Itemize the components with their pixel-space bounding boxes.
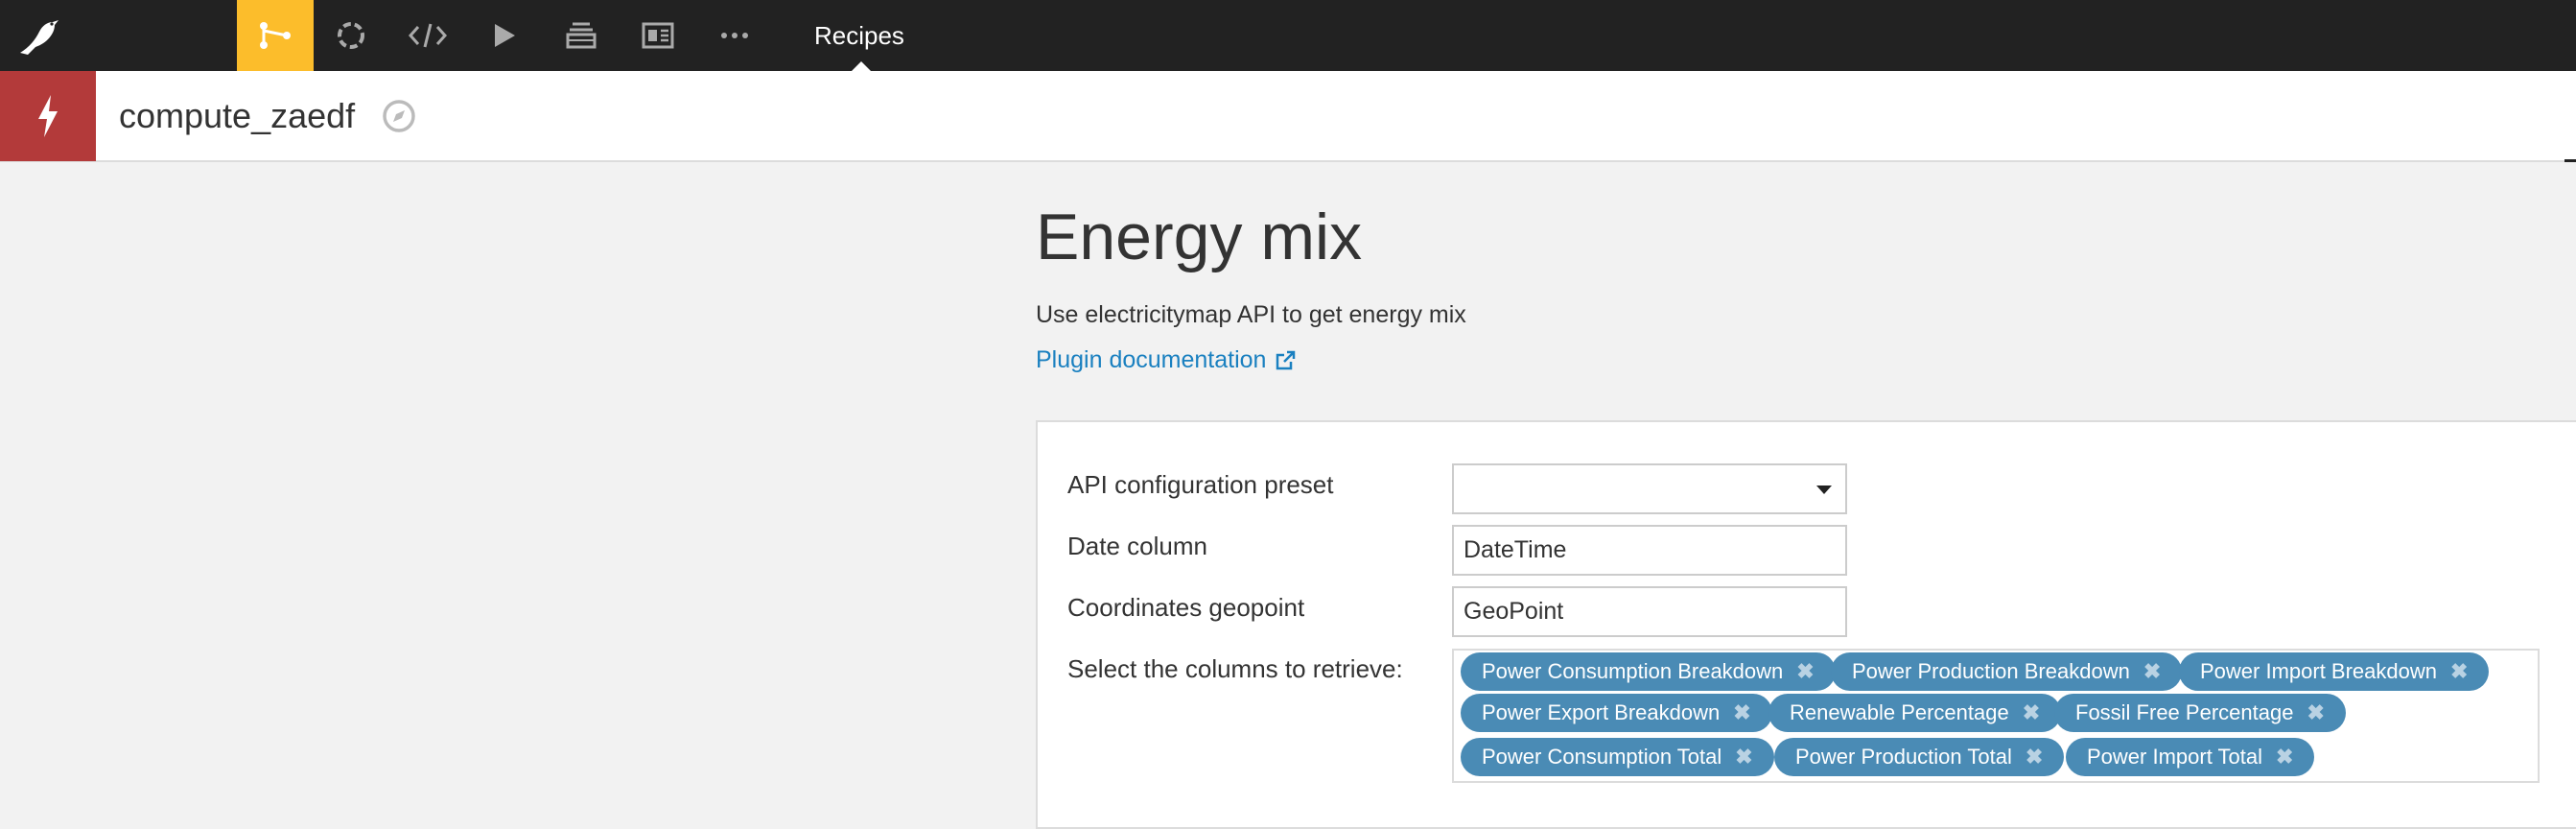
column-tag-label: Power Production Total xyxy=(1795,745,2012,769)
api-preset-label: API configuration preset xyxy=(1067,470,1334,499)
flow-icon[interactable] xyxy=(237,0,314,71)
column-tag[interactable]: Renewable Percentage ✖ xyxy=(1768,694,2062,732)
top-navbar: Recipes xyxy=(0,0,2576,72)
more-icon[interactable] xyxy=(696,0,773,71)
remove-tag-icon[interactable]: ✖ xyxy=(2023,700,2040,725)
column-tag[interactable]: Power Production Breakdown ✖ xyxy=(1831,652,2183,691)
dashboard-icon[interactable] xyxy=(620,0,696,71)
column-tag[interactable]: Fossil Free Percentage ✖ xyxy=(2054,694,2346,732)
header-corner-mark xyxy=(2564,159,2576,162)
stack-icon[interactable] xyxy=(543,0,620,71)
remove-tag-icon[interactable]: ✖ xyxy=(2026,745,2043,770)
column-tag-label: Power Export Breakdown xyxy=(1482,700,1721,724)
geopoint-label: Coordinates geopoint xyxy=(1067,593,1305,622)
remove-tag-icon[interactable]: ✖ xyxy=(1735,745,1752,770)
run-icon[interactable] xyxy=(466,0,543,71)
column-tag[interactable]: Power Production Total ✖ xyxy=(1774,738,2065,776)
plugin-title: Energy mix xyxy=(1036,201,1363,273)
nav-section-recipes[interactable]: Recipes xyxy=(814,0,904,71)
recipe-name[interactable]: compute_zaedf xyxy=(119,71,355,161)
plugin-description: Use electricitymap API to get energy mix xyxy=(1036,301,1466,328)
column-tag-label: Power Import Breakdown xyxy=(2200,659,2437,683)
compass-icon[interactable] xyxy=(382,99,416,133)
column-tag-label: Fossil Free Percentage xyxy=(2075,700,2294,724)
column-tag-label: Power Consumption Breakdown xyxy=(1482,659,1784,683)
recipe-type-icon xyxy=(0,71,96,161)
geopoint-input[interactable]: GeoPoint xyxy=(1452,586,1847,637)
remove-tag-icon[interactable]: ✖ xyxy=(2307,700,2324,725)
column-tag[interactable]: Power Export Breakdown ✖ xyxy=(1461,694,1772,732)
column-tag[interactable]: Power Consumption Breakdown ✖ xyxy=(1461,652,1836,691)
column-tag-label: Power Production Breakdown xyxy=(1852,659,2130,683)
lab-icon[interactable] xyxy=(313,0,389,71)
dropdown-caret-icon xyxy=(1816,486,1832,494)
date-column-input[interactable]: DateTime xyxy=(1452,525,1847,576)
remove-tag-icon[interactable]: ✖ xyxy=(2450,659,2468,684)
doc-link-label: Plugin documentation xyxy=(1036,346,1267,373)
recipe-header: compute_zaedf xyxy=(0,71,2576,162)
column-tag[interactable]: Power Import Total ✖ xyxy=(2066,738,2315,776)
column-tag-label: Renewable Percentage xyxy=(1790,700,2009,724)
remove-tag-icon[interactable]: ✖ xyxy=(1796,659,1814,684)
api-preset-select[interactable] xyxy=(1452,463,1847,514)
bird-logo-icon[interactable] xyxy=(0,0,77,71)
remove-tag-icon[interactable]: ✖ xyxy=(2276,745,2293,770)
plugin-documentation-link[interactable]: Plugin documentation xyxy=(1036,346,1297,374)
remove-tag-icon[interactable]: ✖ xyxy=(1733,700,1750,725)
column-tag-label: Power Import Total xyxy=(2087,745,2263,769)
date-column-label: Date column xyxy=(1067,532,1207,560)
columns-label: Select the columns to retrieve: xyxy=(1067,654,1403,683)
external-link-icon xyxy=(1276,350,1296,369)
remove-tag-icon[interactable]: ✖ xyxy=(2143,659,2161,684)
column-tag-label: Power Consumption Total xyxy=(1482,745,1722,769)
column-tag[interactable]: Power Consumption Total ✖ xyxy=(1461,738,1774,776)
code-icon[interactable] xyxy=(389,0,466,71)
column-tag[interactable]: Power Import Breakdown ✖ xyxy=(2179,652,2490,691)
